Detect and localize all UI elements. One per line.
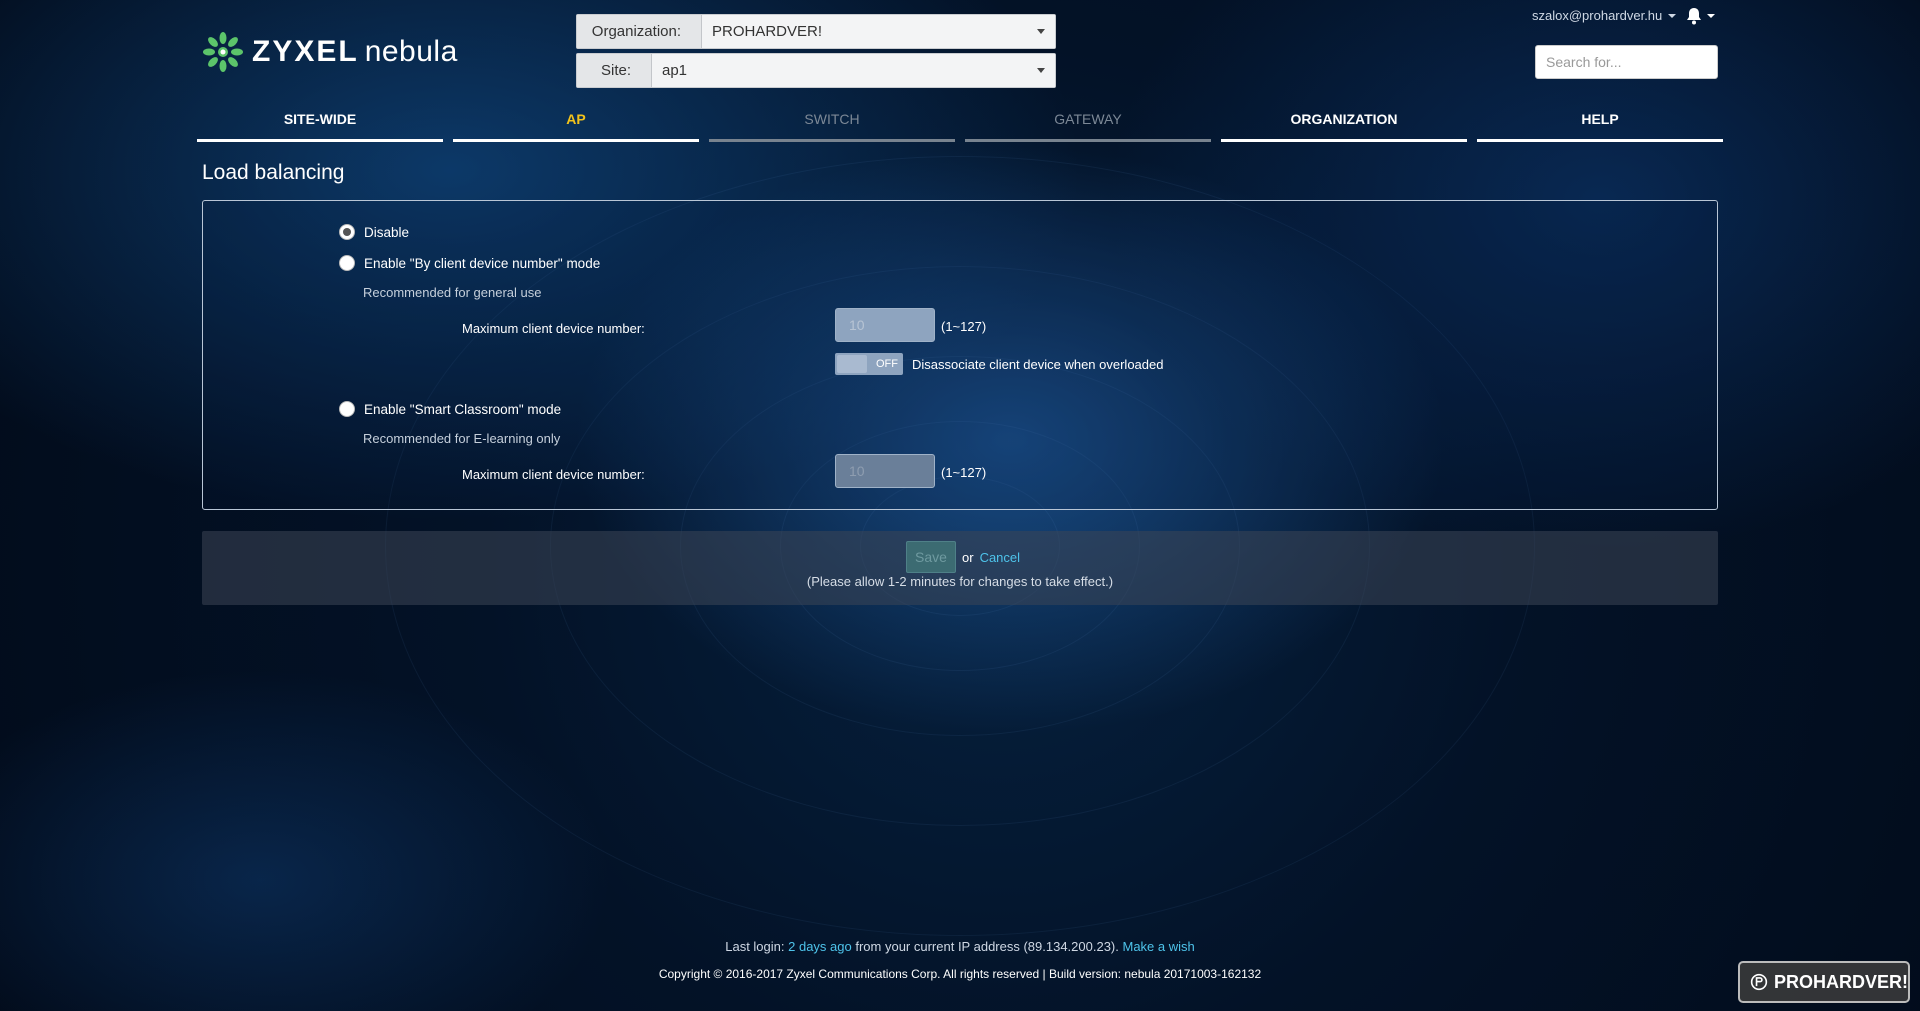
- save-note: (Please allow 1-2 minutes for changes to…: [806, 574, 1114, 589]
- client-max-input[interactable]: 10: [835, 308, 935, 342]
- disassociate-label: Disassociate client device when overload…: [912, 357, 1164, 372]
- search-input[interactable]: [1536, 46, 1727, 78]
- organization-value: PROHARDVER!: [712, 23, 823, 40]
- tab-help[interactable]: HELP: [1477, 108, 1723, 142]
- nebula-logo-icon: [203, 32, 243, 72]
- tab-site-wide[interactable]: SITE-WIDE: [197, 108, 443, 142]
- last-login-info: Last login: 2 days ago from your current…: [0, 939, 1920, 954]
- toggle-knob: [837, 355, 867, 373]
- radio-classroom-option[interactable]: Enable "Smart Classroom" mode: [339, 401, 561, 417]
- copyright-text: Copyright © 2016-2017 Zyxel Communicatio…: [658, 967, 1262, 981]
- classroom-max-range: (1~127): [941, 465, 987, 480]
- chevron-down-icon: [1707, 14, 1715, 18]
- organization-label: Organization:: [577, 15, 702, 48]
- save-button[interactable]: Save: [906, 541, 956, 573]
- save-bar: Save or Cancel (Please allow 1-2 minutes…: [202, 531, 1718, 605]
- prohardver-watermark: PROHARDVER!: [1738, 961, 1910, 1003]
- bell-icon: [1687, 8, 1701, 25]
- last-login-suffix: from your current IP address (89.134.200…: [855, 939, 1119, 954]
- chevron-down-icon: [1037, 68, 1045, 73]
- tab-ap[interactable]: AP: [453, 108, 699, 142]
- logo-brand: ZYXEL: [252, 35, 359, 68]
- last-login-prefix: Last login:: [725, 939, 785, 954]
- make-a-wish-link[interactable]: Make a wish: [1123, 939, 1195, 954]
- chevron-down-icon: [1037, 29, 1045, 34]
- toggle-state: OFF: [876, 358, 898, 370]
- client-mode-hint: Recommended for general use: [363, 285, 542, 300]
- search-box[interactable]: [1535, 45, 1727, 79]
- watermark-text: PROHARDVER!: [1773, 971, 1908, 992]
- site-dropdown[interactable]: ap1: [652, 54, 1055, 87]
- load-balancing-panel: Disable Enable "By client device number"…: [202, 200, 1718, 510]
- radio-disable-label: Disable: [364, 224, 410, 240]
- save-actions: Save or Cancel: [906, 541, 1020, 573]
- cancel-link[interactable]: Cancel: [980, 550, 1020, 565]
- site-value: ap1: [662, 62, 688, 79]
- or-text: or: [962, 549, 974, 565]
- tab-gateway[interactable]: GATEWAY: [965, 108, 1211, 142]
- user-name: szalox@prohardver.hu: [1532, 8, 1663, 23]
- classroom-max-label: Maximum client device number:: [462, 467, 645, 482]
- classroom-max-input[interactable]: 10: [835, 454, 935, 488]
- tab-switch[interactable]: SWITCH: [709, 108, 955, 142]
- zyxel-nebula-logo[interactable]: ZYXEL nebula: [202, 30, 458, 74]
- prohardver-logo-icon: [1750, 973, 1768, 991]
- notifications-menu[interactable]: [1684, 6, 1715, 26]
- organization-dropdown[interactable]: PROHARDVER!: [702, 15, 1055, 48]
- site-label: Site:: [577, 54, 652, 87]
- radio-client-mode-option[interactable]: Enable "By client device number" mode: [339, 255, 600, 271]
- radio-classroom[interactable]: [339, 401, 355, 417]
- radio-classroom-label: Enable "Smart Classroom" mode: [364, 401, 562, 417]
- radio-disable-option[interactable]: Disable: [339, 224, 409, 240]
- client-max-range: (1~127): [941, 319, 987, 334]
- disassociate-toggle[interactable]: OFF: [835, 353, 903, 375]
- radio-disable[interactable]: [339, 224, 355, 240]
- site-selector[interactable]: Site: ap1: [576, 53, 1056, 88]
- logo-text: ZYXEL nebula: [252, 35, 458, 69]
- logo-product: nebula: [364, 35, 458, 68]
- main-nav-tabs: SITE-WIDE AP SWITCH GATEWAY ORGANIZATION…: [197, 108, 1723, 142]
- tab-organization[interactable]: ORGANIZATION: [1221, 108, 1467, 142]
- page-title: Load balancing: [202, 161, 345, 184]
- last-login-link[interactable]: 2 days ago: [788, 939, 852, 954]
- radio-client-mode-label: Enable "By client device number" mode: [364, 255, 601, 271]
- user-menu[interactable]: szalox@prohardver.hu: [1532, 8, 1677, 23]
- chevron-down-icon: [1668, 13, 1677, 18]
- radio-client-mode[interactable]: [339, 255, 355, 271]
- classroom-hint: Recommended for E-learning only: [363, 431, 561, 446]
- client-max-label: Maximum client device number:: [462, 321, 645, 336]
- organization-selector[interactable]: Organization: PROHARDVER!: [576, 14, 1056, 49]
